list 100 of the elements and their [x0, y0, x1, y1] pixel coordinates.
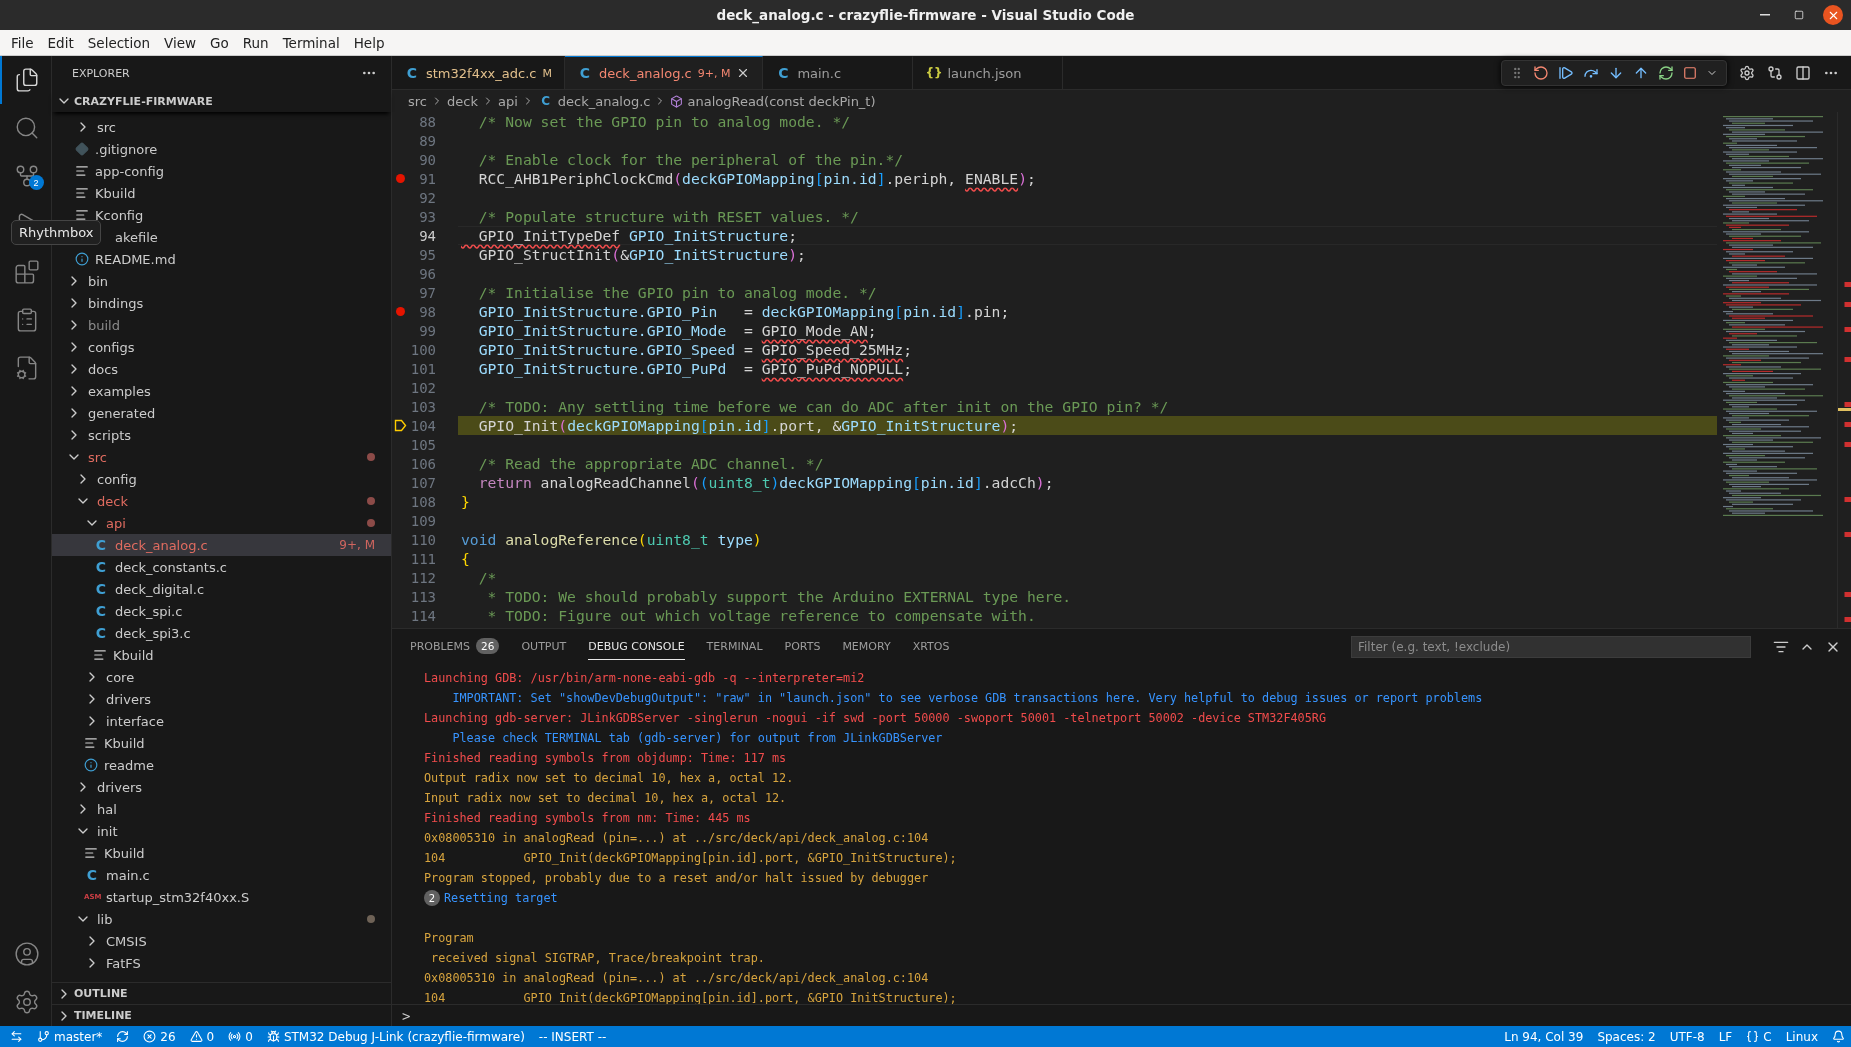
tree-item[interactable]: C main.c	[52, 864, 391, 886]
tree-item[interactable]: CMSIS	[52, 930, 391, 952]
refresh-icon[interactable]	[1658, 64, 1674, 81]
panel-tab[interactable]: MEMORY	[842, 633, 891, 660]
code-line: GPIO_Init(deckGPIOMapping[pin.id].port, &GPIO_InitStructure);	[477, 416, 1019, 435]
tree-item[interactable]: Kbuild	[52, 732, 391, 754]
tree-item[interactable]: .gitignore	[52, 138, 391, 160]
console-prompt[interactable]: >	[402, 1007, 411, 1024]
menu-item[interactable]: Selection	[80, 34, 157, 51]
status-item[interactable]: Spaces: 2	[1597, 1029, 1656, 1044]
continue-icon[interactable]	[1558, 64, 1574, 81]
section-header[interactable]: OUTLINE	[74, 987, 128, 1000]
tree-item[interactable]: init	[52, 820, 391, 842]
tree-item[interactable]: examples	[52, 380, 391, 402]
tree-item[interactable]: generated	[52, 402, 391, 424]
editor-tab[interactable]: C deck_analog.c 9+, M	[564, 56, 764, 89]
close-button[interactable]	[1823, 5, 1843, 25]
tree-item[interactable]: hal	[52, 798, 391, 820]
tree-item[interactable]: scripts	[52, 424, 391, 446]
code-line: /* Now set the GPIO pin to analog mode. */	[477, 112, 851, 131]
tree-item[interactable]: drivers	[52, 688, 391, 710]
tree-item[interactable]: lib	[52, 908, 391, 930]
code-line: /*	[477, 568, 497, 587]
tree-item[interactable]: build	[52, 314, 391, 336]
tree-item[interactable]: README.md	[52, 248, 391, 270]
tree-item[interactable]: FatFS	[52, 952, 391, 974]
breadcrumb-item[interactable]: analogRead(const deckPin_t)	[687, 93, 876, 109]
panel-tab[interactable]: XRTOS	[912, 633, 950, 660]
tree-item[interactable]: drivers	[52, 776, 391, 798]
console-line: Output radix now set to decimal 10, hex a, octal 12.	[424, 771, 794, 785]
breadcrumb-item[interactable]: src	[408, 93, 427, 109]
warning-count[interactable]: 0	[189, 1029, 215, 1044]
tree-item[interactable]: Kbuild	[52, 842, 391, 864]
breadcrumb-item[interactable]: api	[497, 93, 518, 109]
tree-item[interactable]: C deck_constants.c	[52, 556, 391, 578]
line-number: 90	[418, 151, 436, 168]
status-item[interactable]: LF	[1718, 1029, 1733, 1044]
tree-item[interactable]: C deck_spi3.c	[52, 622, 391, 644]
tree-item[interactable]: Kbuild	[52, 182, 391, 204]
status-item[interactable]: Ln 94, Col 39	[1504, 1029, 1584, 1044]
ports-status[interactable]: 0	[228, 1029, 253, 1044]
line-number: 99	[418, 322, 436, 339]
tree-item[interactable]: Kbuild	[52, 644, 391, 666]
project-title[interactable]: CRAZYFLIE-FIRMWARE	[74, 94, 213, 108]
split-editor-icon[interactable]	[1795, 64, 1811, 81]
panel-tab[interactable]: DEBUG CONSOLE	[588, 633, 685, 660]
panel-tab[interactable]: PORTS	[784, 633, 821, 660]
tree-item[interactable]: api	[52, 512, 391, 534]
debug-config-status[interactable]: STM32 Debug J-Link (crazyflie-firmware)	[266, 1029, 525, 1044]
branch-status[interactable]: master*	[37, 1029, 103, 1044]
tree-item[interactable]: bin	[52, 270, 391, 292]
menu-item[interactable]: View	[156, 34, 203, 51]
status-item[interactable]: Linux	[1785, 1029, 1818, 1044]
tree-item[interactable]: config	[52, 468, 391, 490]
tree-item[interactable]: C deck_analog.c 9+, M	[52, 534, 391, 556]
sync-icon[interactable]	[116, 1030, 130, 1043]
restart-icon[interactable]	[1533, 64, 1549, 81]
compare-icon[interactable]	[1767, 64, 1783, 81]
breadcrumb-item[interactable]: deck	[447, 93, 478, 109]
remote-icon[interactable]	[10, 1030, 23, 1043]
tree-item[interactable]: deck	[52, 490, 391, 512]
tree-item[interactable]: core	[52, 666, 391, 688]
breakpoint-dot[interactable]	[395, 174, 405, 183]
panel-tab[interactable]: PROBLEMS 26	[410, 633, 500, 660]
breadcrumb-item[interactable]: deck_analog.c	[557, 93, 651, 109]
tree-item[interactable]: src	[52, 116, 391, 138]
tree-item[interactable]: readme	[52, 754, 391, 776]
section-header[interactable]: TIMELINE	[74, 1009, 132, 1022]
tree-item[interactable]: src	[52, 446, 391, 468]
activity-button[interactable]: 2	[0, 152, 52, 200]
error-count[interactable]: 26	[143, 1029, 176, 1044]
line-number: 109	[409, 512, 436, 529]
stop-icon[interactable]	[1683, 65, 1697, 80]
filter-field[interactable]: Filter (e.g. text, !exclude)	[1351, 635, 1751, 658]
menu-item[interactable]: Run	[235, 34, 276, 51]
tree-item[interactable]: docs	[52, 358, 391, 380]
status-item[interactable]: UTF-8	[1669, 1029, 1705, 1044]
tree-item[interactable]: configs	[52, 336, 391, 358]
tree-item[interactable]: app-config	[52, 160, 391, 182]
tree-item[interactable]: interface	[52, 710, 391, 732]
menu-item[interactable]: Edit	[40, 34, 81, 51]
menu-item[interactable]: File	[4, 34, 41, 51]
line-number: 106	[409, 455, 436, 472]
language-status[interactable]: C	[1746, 1029, 1772, 1044]
tree-item[interactable]: bindings	[52, 292, 391, 314]
sidebar-title: EXPLORER	[72, 66, 130, 80]
status-item[interactable]: -- INSERT --	[538, 1029, 607, 1044]
breakpoint-dot[interactable]	[395, 307, 405, 316]
console-line: Finished reading symbols from nm: Time: 445 ms	[424, 811, 751, 825]
settings-icon[interactable]	[1739, 64, 1755, 81]
menu-item[interactable]: Go	[203, 34, 236, 51]
c-file-icon: C	[93, 537, 109, 553]
panel-tab[interactable]: TERMINAL	[706, 633, 763, 660]
code-line: GPIO_InitTypeDef GPIO_InitStructure;	[477, 226, 798, 245]
tree-item[interactable]: C deck_spi.c	[52, 600, 391, 622]
panel-tab[interactable]: OUTPUT	[521, 633, 567, 660]
bell-icon[interactable]	[1832, 1030, 1845, 1043]
tree-item[interactable]: C deck_digital.c	[52, 578, 391, 600]
menu-item[interactable]: Help	[346, 34, 392, 51]
menu-item[interactable]: Terminal	[275, 34, 347, 51]
